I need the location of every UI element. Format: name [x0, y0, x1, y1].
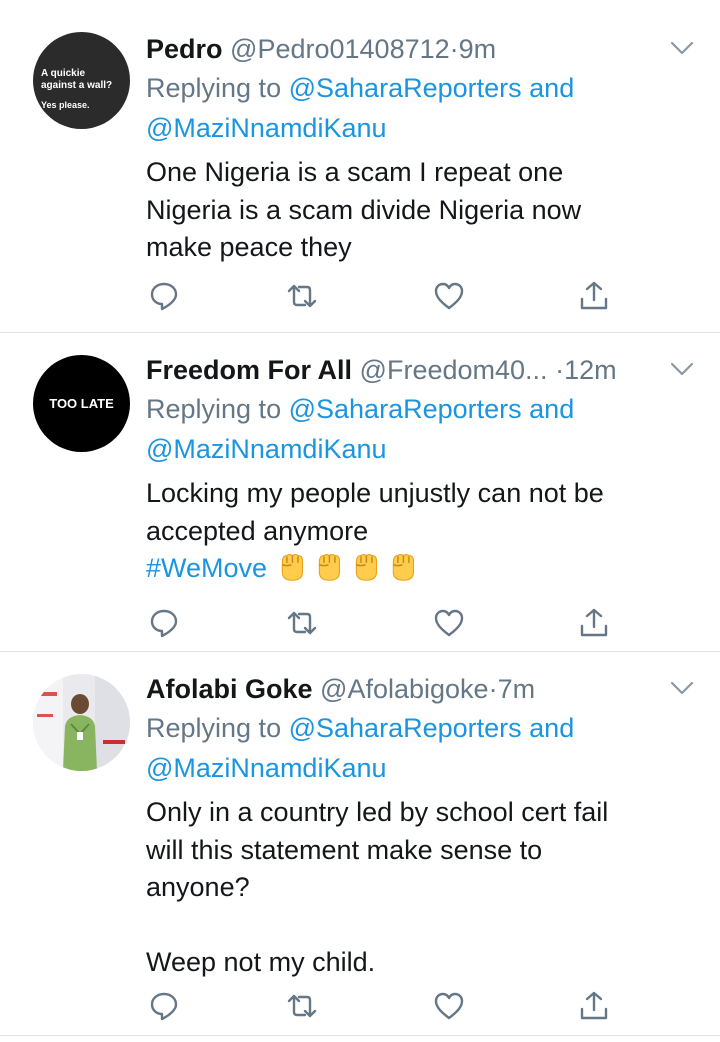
tweet-content: Afolabi Goke @Afolabigoke·7m Replying to…	[146, 670, 686, 982]
tweet-content: Pedro @Pedro01408712·9m Replying to @Sah…	[146, 30, 686, 267]
heart-icon	[434, 992, 464, 1020]
share-button[interactable]	[578, 280, 610, 312]
tweet-text: Only in a country led by school cert fai…	[146, 794, 686, 982]
tweet-text-line: Locking my people unjustly can not be	[146, 478, 604, 508]
chevron-down-icon[interactable]	[668, 38, 696, 58]
avatar-caption-line2: against a wall?	[41, 80, 112, 91]
mention-link[interactable]: @SaharaReporters	[289, 394, 522, 424]
avatar-image: TOO LATE	[33, 355, 130, 452]
avatar-image	[33, 674, 130, 771]
replying-to: Replying to @SaharaReporters and @MaziNn…	[146, 68, 686, 148]
raised-fist-emoji-icon	[355, 554, 377, 581]
tweet-actions	[146, 280, 616, 314]
chevron-down-icon[interactable]	[668, 678, 696, 698]
raised-fist-emoji-icon	[281, 554, 303, 581]
share-icon	[580, 281, 608, 310]
and-others-link[interactable]: and	[529, 713, 574, 743]
share-button[interactable]	[578, 607, 610, 639]
avatar-caption-line1: A quickie	[41, 68, 86, 79]
heart-icon	[434, 282, 464, 310]
tweet[interactable]: Afolabi Goke @Afolabigoke·7m Replying to…	[0, 652, 720, 1036]
replying-to-label: Replying to	[146, 713, 282, 743]
mention-link[interactable]: @MaziNnamdiKanu	[146, 113, 387, 143]
replying-to: Replying to @SaharaReporters and @MaziNn…	[146, 389, 686, 469]
replying-to-label: Replying to	[146, 73, 282, 103]
like-button[interactable]	[433, 607, 465, 639]
tweet[interactable]: A quickie against a wall? Yes please. Pe…	[0, 0, 720, 333]
reply-button[interactable]	[148, 990, 180, 1022]
tweet-text-line: anyone?	[146, 872, 250, 902]
tweet-text-line: Only in a country led by school cert fai…	[146, 797, 609, 827]
user-handle[interactable]: @Freedom40...	[360, 355, 548, 385]
mention-link[interactable]: @SaharaReporters	[289, 713, 522, 743]
tweet-text: Locking my people unjustly can not be ac…	[146, 475, 686, 588]
avatar[interactable]: A quickie against a wall? Yes please.	[33, 32, 130, 129]
emoji-group	[275, 553, 423, 583]
reply-icon	[150, 992, 178, 1021]
tweet-header: Pedro @Pedro01408712·9m	[146, 30, 686, 68]
separator-dot: ·	[488, 674, 498, 704]
separator-dot: ·	[555, 355, 565, 385]
retweet-icon	[287, 284, 317, 308]
avatar[interactable]: TOO LATE	[33, 355, 130, 452]
tweet-text: One Nigeria is a scam I repeat one Niger…	[146, 154, 686, 267]
reply-icon	[150, 282, 178, 311]
timestamp[interactable]: 12m	[564, 355, 617, 385]
user-handle[interactable]: @Pedro01408712	[230, 34, 450, 64]
retweet-button[interactable]	[286, 280, 318, 312]
raised-fist-emoji-icon	[318, 554, 340, 581]
tweet[interactable]: TOO LATE Freedom For All @Freedom40... ·…	[0, 333, 720, 652]
tweet-content: Freedom For All @Freedom40... ·12m Reply…	[146, 351, 686, 588]
mention-link[interactable]: @SaharaReporters	[289, 73, 522, 103]
display-name[interactable]: Pedro	[146, 34, 223, 64]
reply-button[interactable]	[148, 280, 180, 312]
tweet-text-line: will this statement make sense to	[146, 834, 543, 865]
share-icon	[580, 608, 608, 637]
tweet-text-line: make peace they	[146, 232, 352, 262]
hashtag-link[interactable]: #WeMove	[146, 553, 267, 583]
tweet-feed: A quickie against a wall? Yes please. Pe…	[0, 0, 720, 1036]
heart-icon	[434, 609, 464, 637]
mention-link[interactable]: @MaziNnamdiKanu	[146, 434, 387, 464]
retweet-button[interactable]	[286, 607, 318, 639]
tweet-actions	[146, 990, 616, 1024]
share-icon	[580, 991, 608, 1020]
tweet-text-line: Weep not my child.	[146, 947, 376, 977]
tweet-header: Freedom For All @Freedom40... ·12m	[146, 351, 686, 389]
user-handle[interactable]: @Afolabigoke	[320, 674, 489, 704]
like-button[interactable]	[433, 990, 465, 1022]
timestamp[interactable]: 9m	[459, 34, 497, 64]
tweet-actions	[146, 607, 616, 641]
tweet-text-line: #WeMove	[146, 550, 686, 588]
reply-icon	[150, 609, 178, 638]
raised-fist-emoji-icon	[392, 554, 414, 581]
share-button[interactable]	[578, 990, 610, 1022]
avatar[interactable]	[33, 674, 130, 771]
replying-to: Replying to @SaharaReporters and @MaziNn…	[146, 708, 686, 788]
like-button[interactable]	[433, 280, 465, 312]
replying-to-label: Replying to	[146, 394, 282, 424]
tweet-text-line: One Nigeria is a scam I repeat one	[146, 157, 564, 187]
and-others-link[interactable]: and	[529, 394, 574, 424]
timestamp[interactable]: 7m	[498, 674, 536, 704]
chevron-down-icon[interactable]	[668, 359, 696, 379]
tweet-header: Afolabi Goke @Afolabigoke·7m	[146, 670, 686, 708]
separator-dot: ·	[449, 34, 459, 64]
mention-link[interactable]: @MaziNnamdiKanu	[146, 753, 387, 783]
avatar-caption-line3: Yes please.	[41, 100, 90, 110]
and-others-link[interactable]: and	[529, 73, 574, 103]
tweet-text-line: accepted anymore	[146, 515, 369, 546]
avatar-caption: TOO LATE	[49, 396, 114, 411]
retweet-icon	[287, 611, 317, 635]
tweet-text-line: Nigeria is a scam divide Nigeria now	[146, 194, 582, 225]
retweet-icon	[287, 994, 317, 1018]
display-name[interactable]: Afolabi Goke	[146, 674, 313, 704]
reply-button[interactable]	[148, 607, 180, 639]
retweet-button[interactable]	[286, 990, 318, 1022]
avatar-image: A quickie against a wall? Yes please.	[33, 32, 130, 129]
display-name[interactable]: Freedom For All	[146, 355, 352, 385]
